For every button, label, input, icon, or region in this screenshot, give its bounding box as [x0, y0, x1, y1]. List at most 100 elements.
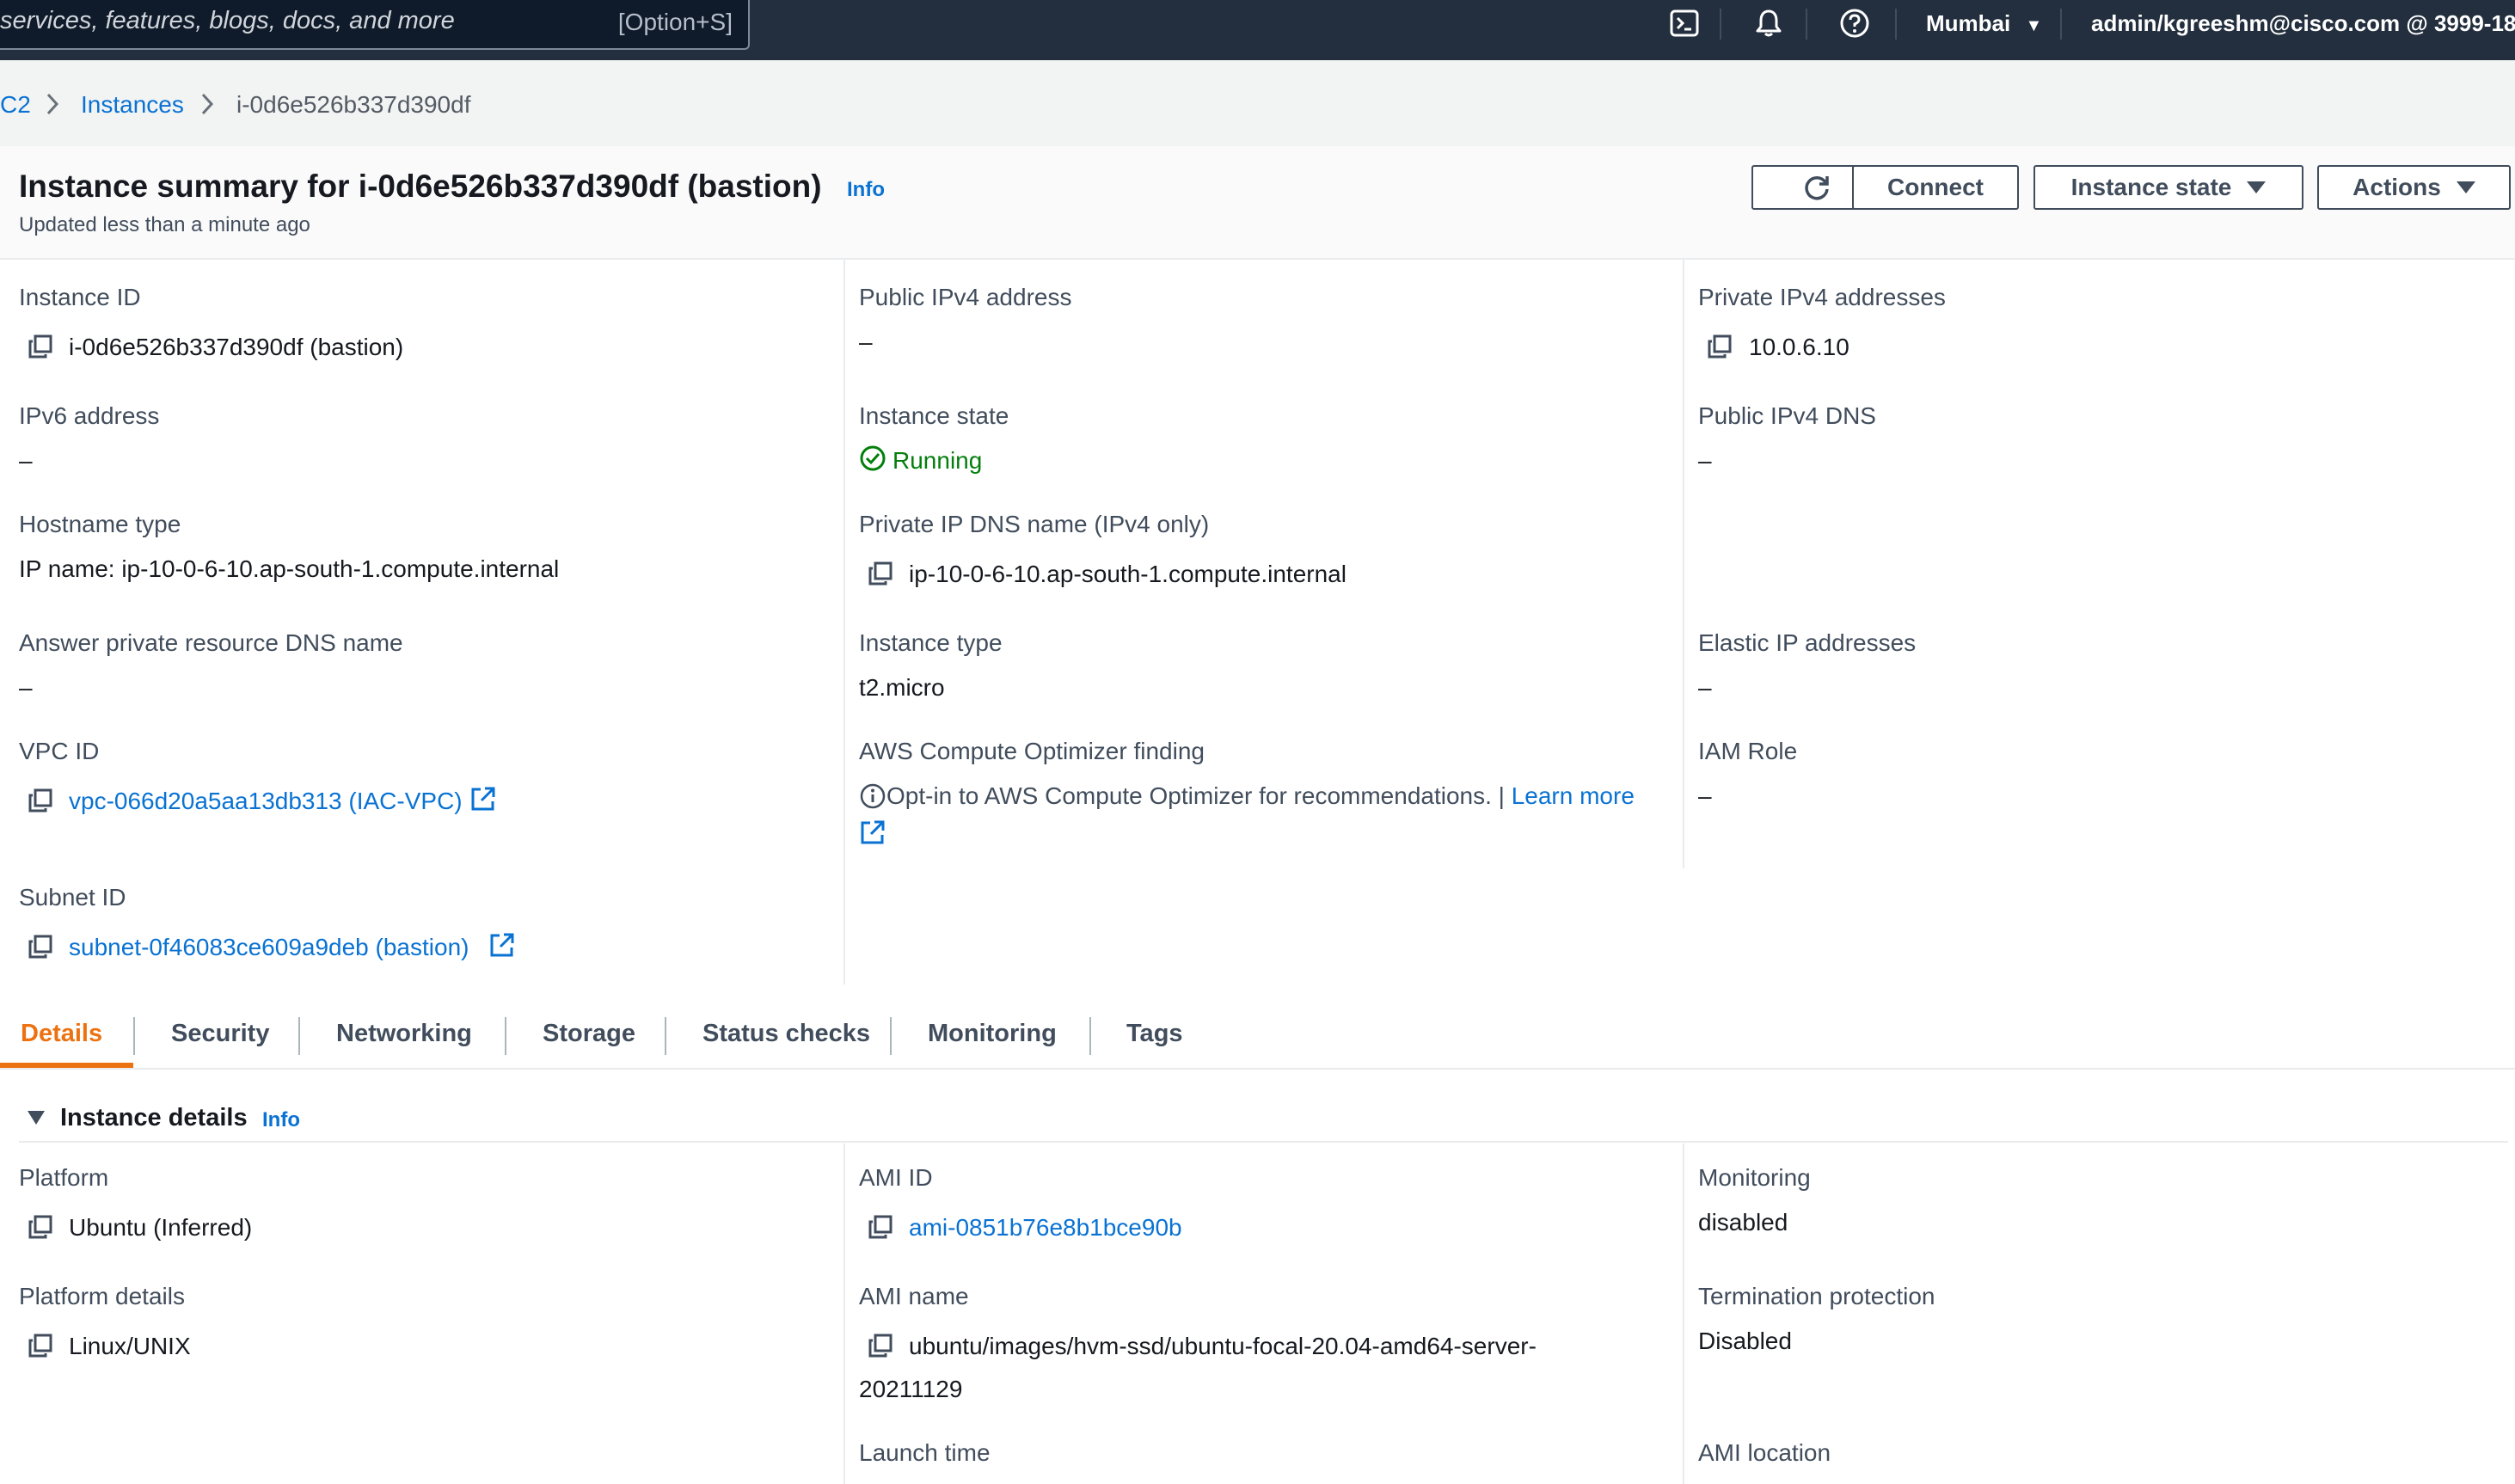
tab-divider — [890, 1017, 892, 1055]
search-input[interactable]: services, features, blogs, docs, and mor… — [0, 0, 750, 50]
caret-down-icon[interactable] — [26, 1109, 46, 1126]
copy-icon[interactable] — [1707, 334, 1733, 359]
tab-divider — [665, 1017, 666, 1055]
account-menu[interactable]: admin/kgreeshm@cisco.com @ 3999-1894-1 — [2091, 10, 2515, 37]
region-selector[interactable]: Mumbai ▼ — [1926, 10, 2042, 37]
platform-details-label: Platform details — [19, 1283, 185, 1309]
iam-role-value: – — [1698, 782, 1712, 809]
tab-security[interactable]: Security — [171, 1020, 269, 1048]
hostname-type-label: Hostname type — [19, 511, 181, 537]
private-dns-value: ip-10-0-6-10.ap-south-1.compute.internal — [909, 561, 1346, 587]
vpc-id-link[interactable]: vpc-066d20a5aa13db313 (IAC-VPC) — [69, 788, 463, 815]
help-icon[interactable] — [1838, 7, 1871, 40]
public-ipv4-label: Public IPv4 address — [859, 284, 1072, 310]
tab-tags[interactable]: Tags — [1126, 1020, 1183, 1048]
platform-details-value: Linux/UNIX — [69, 1333, 191, 1359]
instance-state-value: Running — [893, 447, 983, 474]
copy-icon[interactable] — [28, 1333, 53, 1358]
connect-button-label: Connect — [1887, 174, 1984, 200]
section-info-link[interactable]: Info — [262, 1108, 300, 1132]
copy-icon[interactable] — [28, 788, 53, 813]
column-divider — [1683, 1144, 1684, 1484]
ami-name-value-line1: ubuntu/images/hvm-ssd/ubuntu-focal-20.04… — [909, 1333, 1537, 1359]
public-dns-value: – — [1698, 447, 1712, 474]
answer-dns-value: – — [19, 674, 33, 701]
connect-button[interactable]: Connect — [1852, 165, 2019, 210]
nav-divider — [1806, 9, 1807, 40]
breadcrumb-ec2-link[interactable]: C2 — [0, 91, 31, 119]
tab-status-checks[interactable]: Status checks — [702, 1020, 870, 1048]
platform-value: Ubuntu (Inferred) — [69, 1214, 253, 1241]
copy-icon[interactable] — [868, 561, 893, 586]
tab-divider — [133, 1017, 135, 1055]
active-tab-indicator — [0, 1063, 133, 1068]
status-running-icon — [860, 445, 886, 471]
copy-icon[interactable] — [28, 334, 53, 359]
instance-type-label: Instance type — [859, 629, 1003, 656]
section-title[interactable]: Instance details — [60, 1104, 248, 1132]
public-dns-label: Public IPv4 DNS — [1698, 402, 1876, 429]
cloudshell-icon[interactable] — [1668, 7, 1701, 40]
chevron-right-icon — [46, 93, 59, 115]
subnet-id-label: Subnet ID — [19, 884, 126, 911]
column-divider — [843, 258, 845, 984]
private-ipv4-label: Private IPv4 addresses — [1698, 284, 1946, 310]
tab-monitoring[interactable]: Monitoring — [928, 1020, 1057, 1048]
ipv6-value: – — [19, 447, 33, 474]
tab-divider — [505, 1017, 506, 1055]
refresh-icon — [1805, 175, 1829, 200]
info-circle-icon — [860, 783, 886, 809]
tab-storage[interactable]: Storage — [543, 1020, 635, 1048]
region-label: Mumbai — [1926, 10, 2011, 36]
title-info-link[interactable]: Info — [847, 178, 885, 202]
instance-state-button-label: Instance state — [2070, 174, 2232, 200]
tab-divider — [1089, 1017, 1091, 1055]
copy-icon[interactable] — [28, 934, 53, 960]
column-divider — [1683, 258, 1684, 868]
section-divider — [19, 1141, 2508, 1143]
breadcrumb-current: i-0d6e526b337d390df — [236, 91, 471, 118]
chevron-right-icon — [201, 93, 214, 115]
ami-name-label: AMI name — [859, 1283, 969, 1309]
breadcrumb-instances-link[interactable]: Instances — [81, 91, 184, 119]
instance-type-value: t2.micro — [859, 674, 945, 701]
actions-dropdown[interactable]: Actions — [2317, 165, 2511, 210]
copy-icon[interactable] — [28, 1214, 53, 1240]
nav-divider — [2060, 9, 2062, 40]
caret-down-icon — [2247, 181, 2267, 193]
ami-id-label: AMI ID — [859, 1164, 933, 1191]
termination-protection-label: Termination protection — [1698, 1283, 1935, 1309]
monitoring-label: Monitoring — [1698, 1164, 1811, 1191]
page-title: Instance summary for i-0d6e526b337d390df… — [19, 169, 822, 204]
external-link-icon[interactable] — [859, 819, 886, 846]
ami-name-value-line2: 20211129 — [859, 1376, 963, 1402]
ami-location-label: AMI location — [1698, 1439, 1831, 1466]
termination-protection-value: Disabled — [1698, 1328, 1792, 1354]
actions-button-label: Actions — [2352, 174, 2441, 200]
tab-networking[interactable]: Networking — [336, 1020, 472, 1048]
tab-divider — [298, 1017, 300, 1055]
answer-dns-label: Answer private resource DNS name — [19, 629, 403, 656]
chevron-down-icon: ▼ — [2025, 16, 2043, 35]
notifications-bell-icon[interactable] — [1752, 7, 1785, 40]
search-placeholder: services, features, blogs, docs, and mor… — [0, 7, 455, 34]
private-dns-label: Private IP DNS name (IPv4 only) — [859, 511, 1210, 537]
optimizer-text: Opt-in to AWS Compute Optimizer for reco… — [886, 782, 1505, 809]
monitoring-value: disabled — [1698, 1209, 1788, 1236]
tab-details[interactable]: Details — [21, 1020, 102, 1048]
elastic-ip-label: Elastic IP addresses — [1698, 629, 1917, 656]
instance-id-value: i-0d6e526b337d390df (bastion) — [69, 334, 404, 360]
ami-id-link[interactable]: ami-0851b76e8b1bce90b — [909, 1214, 1182, 1242]
subnet-id-link[interactable]: subnet-0f46083ce609a9deb (bastion) — [69, 934, 469, 961]
nav-divider — [1895, 9, 1897, 40]
copy-icon[interactable] — [868, 1214, 893, 1240]
updated-timestamp: Updated less than a minute ago — [19, 213, 310, 236]
optimizer-learn-more-link[interactable]: Learn more — [1512, 782, 1635, 809]
external-link-icon[interactable] — [469, 785, 497, 813]
external-link-icon[interactable] — [488, 931, 516, 959]
copy-icon[interactable] — [868, 1333, 893, 1358]
ipv6-label: IPv6 address — [19, 402, 160, 429]
column-divider — [843, 1144, 845, 1484]
instance-state-dropdown[interactable]: Instance state — [2033, 165, 2303, 210]
vpc-id-label: VPC ID — [19, 738, 100, 764]
